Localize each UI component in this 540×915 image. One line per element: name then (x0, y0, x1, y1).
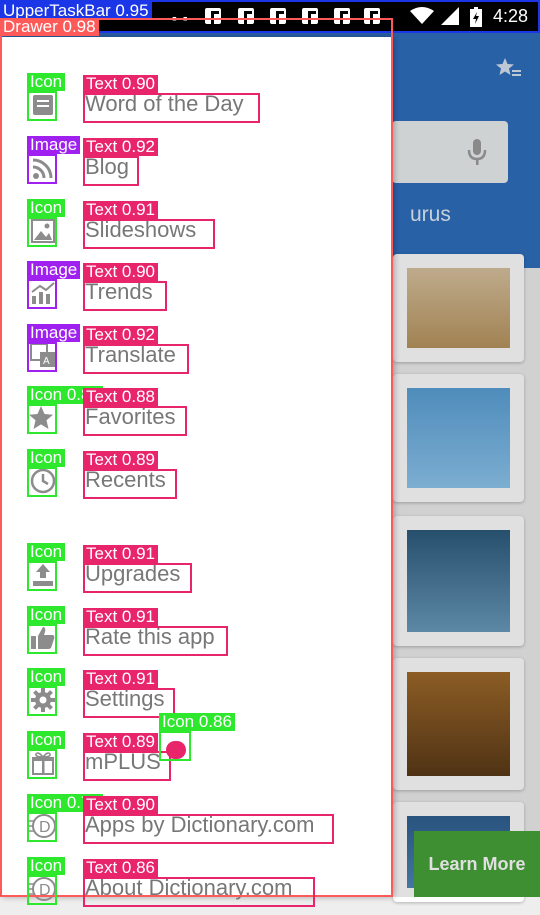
drawer-item-settings[interactable]: Settings (0, 676, 392, 726)
drawer-item-recents[interactable]: Recents (0, 457, 392, 507)
drawer-item-mplus[interactable]: mPLUS (0, 739, 392, 789)
drawer-item-label: Trends (85, 279, 153, 304)
facebook-notification-icon (364, 8, 380, 26)
drawer-item-rate-this-app[interactable]: Rate this app (0, 614, 392, 664)
drawer-item-translate[interactable]: A Translate (0, 332, 392, 382)
drawer-item-label: Recents (85, 467, 166, 492)
gear-icon (31, 688, 55, 712)
svg-text:D: D (39, 819, 51, 836)
chart-icon (31, 282, 55, 304)
drawer-item-label: Favorites (85, 404, 176, 429)
facebook-notification-icon (205, 8, 221, 26)
facebook-notification-icon (302, 8, 318, 26)
dictionary-logo-icon: D (27, 814, 56, 838)
star-icon (29, 406, 53, 429)
facebook-notification-icon (270, 8, 286, 26)
drawer-item-label: About Dictionary.com (85, 875, 293, 900)
status-time: 4:28 (492, 6, 528, 26)
drawer-item-upgrades[interactable]: Upgrades (0, 551, 392, 601)
battery-charging-icon (470, 7, 482, 27)
drawer-item-word-of-the-day[interactable]: Word of the Day (0, 81, 392, 131)
drawer-item-apps-by-dictionary[interactable]: D Apps by Dictionary.com (0, 802, 392, 852)
drawer-item-label: mPLUS (85, 749, 161, 774)
image-icon (31, 219, 55, 243)
drawer-item-trends[interactable]: Trends (0, 269, 392, 319)
svg-text:A: A (43, 356, 50, 367)
rss-icon (32, 158, 53, 179)
drawer-item-label: Upgrades (85, 561, 181, 586)
drawer-item-label: Slideshows (85, 217, 197, 242)
drawer-item-about-dictionary[interactable]: D About Dictionary.com (0, 865, 392, 915)
dictionary-logo-icon: D (27, 877, 56, 901)
facebook-notification-icon (238, 8, 254, 26)
translate-icon: A (30, 343, 55, 367)
gift-icon (32, 752, 54, 775)
drawer-item-blog[interactable]: Blog (0, 144, 392, 194)
facebook-notification-icon (334, 8, 350, 26)
drawer-item-label: Translate (85, 342, 176, 367)
new-badge-dot (166, 741, 186, 759)
drawer-item-label: Word of the Day (85, 91, 244, 116)
overflow-dots-icon: ▪ ▪ (172, 10, 189, 26)
status-bar: ▪ ▪ 4:28 (0, 0, 540, 32)
signal-icon (441, 7, 459, 25)
svg-text:D: D (39, 882, 51, 899)
drawer-item-label: Apps by Dictionary.com (85, 812, 315, 837)
thumbs-up-icon (31, 627, 55, 649)
drawer-item-favorites[interactable]: Favorites (0, 394, 392, 444)
drawer-item-slideshows[interactable]: Slideshows (0, 207, 392, 257)
drawer-item-label: Blog (85, 154, 130, 179)
drawer-item-label: Rate this app (85, 624, 215, 649)
book-icon (33, 95, 53, 115)
upload-icon (33, 564, 53, 586)
wifi-icon (410, 7, 434, 24)
drawer-item-label: Settings (85, 686, 165, 711)
navigation-drawer: Word of the Day Blog Slideshows Trends A… (0, 37, 392, 901)
clock-icon (30, 468, 56, 494)
